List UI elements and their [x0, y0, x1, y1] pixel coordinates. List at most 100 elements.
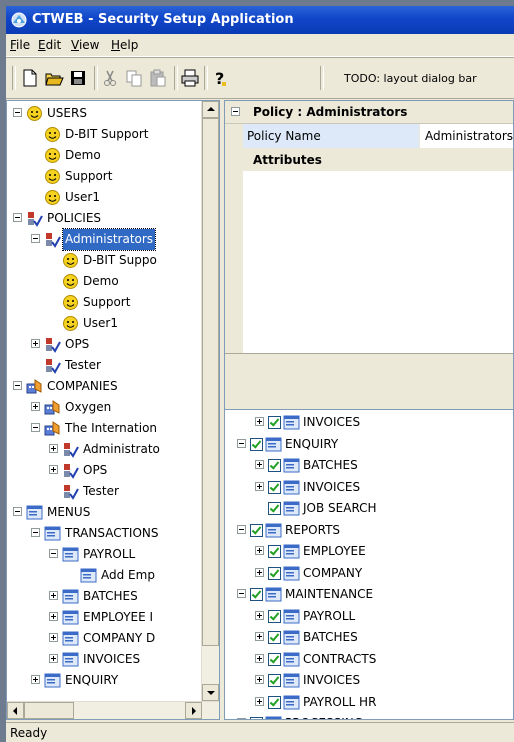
collapse-icon[interactable]	[237, 589, 246, 598]
tree-node[interactable]: MENUS	[7, 502, 203, 523]
tree-node-label[interactable]: EMPLOYEE I	[81, 607, 155, 628]
scroll-down-button[interactable]	[202, 684, 219, 701]
tree-node[interactable]: D-BIT Suppo	[7, 250, 203, 271]
paste-icon[interactable]	[148, 68, 168, 88]
tree-node[interactable]: ENQUIRY	[7, 670, 203, 691]
tree-node-label[interactable]: Administrators	[61, 228, 157, 251]
permission-node-label[interactable]: ENQUIRY	[283, 434, 340, 455]
tree-node-label[interactable]: The Internation	[63, 418, 159, 439]
tree-node[interactable]: The Internation	[7, 418, 203, 439]
permission-node-label[interactable]: INVOICES	[301, 477, 362, 498]
scroll-up-button[interactable]	[202, 101, 219, 118]
permission-node[interactable]: JOB SEARCH	[225, 498, 513, 519]
tree-node-label[interactable]: Administrato	[81, 439, 162, 460]
tree-node-label[interactable]: Tester	[81, 481, 121, 502]
tree-node[interactable]: Administrators	[7, 228, 203, 251]
permission-node[interactable]: MAINTENANCE	[225, 584, 513, 605]
menu-view[interactable]: View	[71, 38, 99, 52]
permission-node-label[interactable]: JOB SEARCH	[301, 498, 379, 519]
permission-node[interactable]: CONTRACTS	[225, 649, 513, 670]
help-icon[interactable]: ?	[210, 68, 230, 88]
menu-file[interactable]: File	[10, 38, 30, 52]
collapse-icon[interactable]	[49, 549, 58, 558]
permission-checkbox[interactable]	[268, 631, 281, 644]
permission-node-label[interactable]: EMPLOYEE	[301, 541, 368, 562]
tree-node-label[interactable]: Demo	[81, 271, 121, 292]
print-icon[interactable]	[180, 68, 200, 88]
navigation-tree-pane[interactable]: USERS D-BIT Support Demo Support User1 POLICI…	[6, 100, 220, 720]
open-icon[interactable]	[44, 68, 64, 88]
permission-node[interactable]: PROCESSING	[225, 713, 513, 719]
category-header[interactable]: Policy : Administrators	[225, 101, 513, 124]
expand-icon[interactable]	[255, 696, 264, 706]
permission-node-label[interactable]: PAYROLL HR	[301, 692, 378, 713]
permission-checkbox[interactable]	[250, 588, 263, 601]
tree-node[interactable]: Tester	[7, 481, 203, 502]
tree-node-label[interactable]: Tester	[63, 355, 103, 376]
property-row[interactable]: Policy Name Administrators	[243, 124, 513, 149]
tree-node[interactable]: Support	[7, 292, 203, 313]
collapse-icon[interactable]	[13, 507, 22, 516]
permission-checkbox[interactable]	[268, 652, 281, 666]
collapse-icon[interactable]	[13, 108, 22, 117]
permission-node-label[interactable]: INVOICES	[301, 670, 362, 691]
tree-node-label[interactable]: MENUS	[45, 502, 92, 523]
permission-node-label[interactable]: BATCHES	[301, 455, 360, 476]
tree-node-label[interactable]: Oxygen	[63, 397, 113, 418]
cut-icon[interactable]	[100, 68, 120, 88]
permission-node-label[interactable]: BATCHES	[301, 627, 360, 648]
scroll-thumb[interactable]	[202, 118, 219, 646]
tree-node-label[interactable]: POLICIES	[45, 208, 103, 229]
permission-node[interactable]: COMPANY	[225, 563, 513, 584]
permission-node[interactable]: BATCHES	[225, 627, 513, 648]
tree-node-label[interactable]: USERS	[45, 103, 89, 124]
tree-node[interactable]: D-BIT Support	[7, 124, 203, 145]
save-icon[interactable]	[68, 68, 88, 88]
permission-node-label[interactable]: PROCESSING	[283, 713, 365, 719]
permission-node-label[interactable]: INVOICES	[301, 412, 362, 433]
tree-node[interactable]: OPS	[7, 460, 203, 481]
expand-icon[interactable]	[255, 481, 264, 491]
tree-node[interactable]: INVOICES	[7, 649, 203, 670]
permission-node-label[interactable]: REPORTS	[283, 520, 342, 541]
menu-help[interactable]: Help	[111, 38, 138, 52]
expand-icon[interactable]	[49, 444, 58, 453]
horizontal-scrollbar[interactable]	[7, 701, 219, 719]
permission-node[interactable]: INVOICES	[225, 477, 513, 498]
expand-icon[interactable]	[31, 402, 40, 411]
tree-node[interactable]: Support	[7, 166, 203, 187]
tree-node[interactable]: Demo	[7, 271, 203, 292]
tree-node[interactable]: User1	[7, 187, 203, 208]
tree-node[interactable]: COMPANY D	[7, 628, 203, 649]
navigation-tree[interactable]: USERS D-BIT Support Demo Support User1 POLICI…	[7, 101, 203, 701]
expand-icon[interactable]	[31, 675, 40, 684]
expand-icon[interactable]	[237, 718, 246, 719]
permission-checkbox[interactable]	[268, 480, 281, 494]
tree-node[interactable]: COMPANIES	[7, 376, 203, 397]
permission-node[interactable]: ENQUIRY	[225, 434, 513, 455]
expand-icon[interactable]	[49, 633, 58, 642]
collapse-icon[interactable]	[13, 213, 22, 222]
tree-node[interactable]: POLICIES	[7, 208, 203, 229]
expand-icon[interactable]	[255, 675, 264, 684]
tree-node-label[interactable]: INVOICES	[81, 649, 142, 670]
expand-icon[interactable]	[255, 632, 264, 641]
permission-checkbox[interactable]	[268, 695, 281, 709]
tree-node[interactable]: TRANSACTIONS	[7, 523, 203, 544]
tree-node-label[interactable]: OPS	[63, 334, 91, 355]
permission-node-label[interactable]: COMPANY	[301, 563, 364, 584]
new-icon[interactable]	[20, 68, 40, 88]
tree-node[interactable]: Demo	[7, 145, 203, 166]
tree-node[interactable]: EMPLOYEE I	[7, 607, 203, 628]
collapse-icon[interactable]	[13, 381, 22, 390]
tree-node[interactable]: BATCHES	[7, 586, 203, 607]
permission-checkbox[interactable]	[268, 416, 281, 429]
collapse-icon[interactable]	[237, 438, 246, 448]
tree-node[interactable]: Oxygen	[7, 397, 203, 418]
tree-node[interactable]: USERS	[7, 103, 203, 124]
permission-checkbox[interactable]	[268, 502, 281, 515]
expand-icon[interactable]	[255, 610, 264, 620]
permission-node[interactable]: EMPLOYEE	[225, 541, 513, 562]
scroll-right-button[interactable]	[185, 702, 202, 719]
permission-node[interactable]: PAYROLL	[225, 606, 513, 627]
